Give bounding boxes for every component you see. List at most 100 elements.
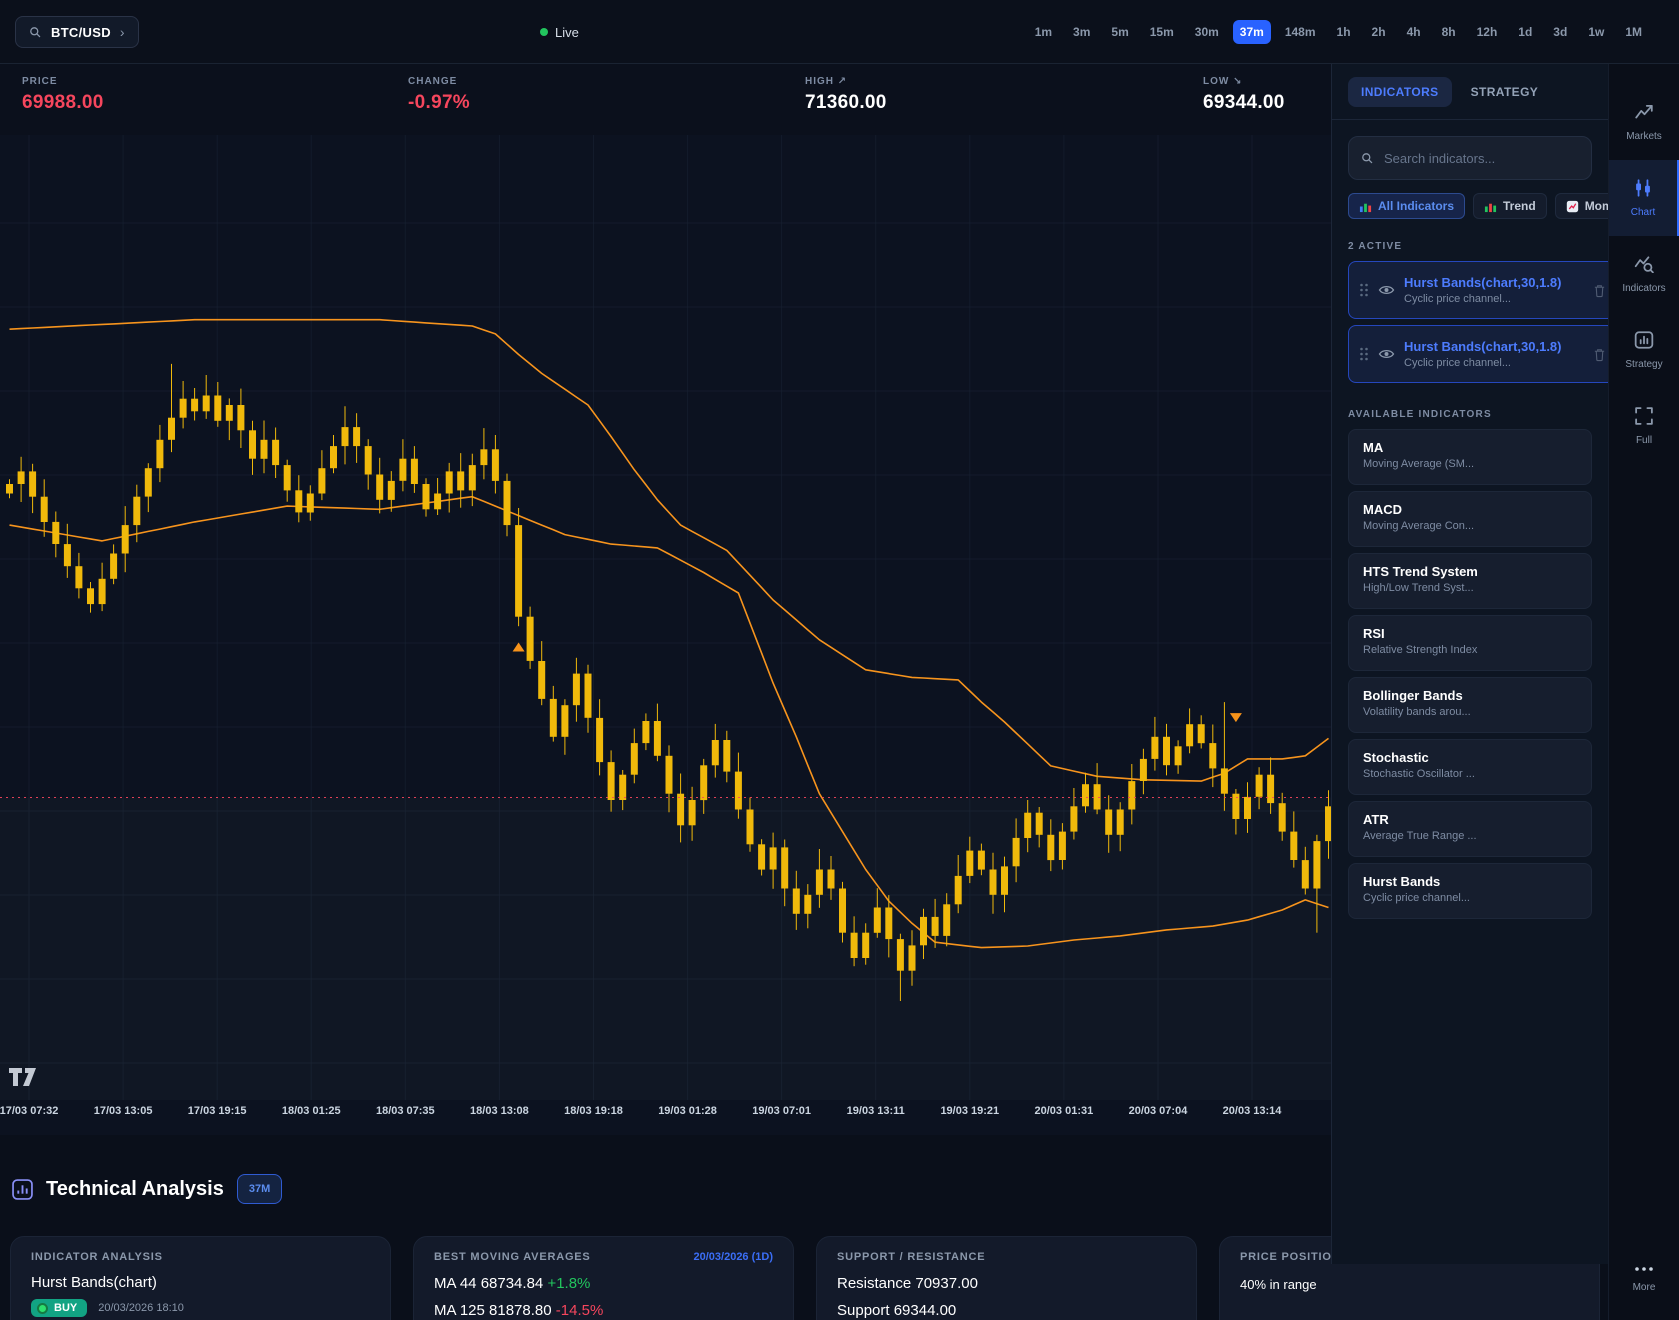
price-chart[interactable] (0, 135, 1331, 1100)
strategy-icon (1634, 331, 1654, 352)
timeframe-148m[interactable]: 148m (1278, 20, 1323, 44)
drag-handle-icon[interactable] (1359, 282, 1369, 298)
live-dot-icon (540, 28, 548, 36)
active-indicator-item[interactable]: Hurst Bands(chart,30,1.8) Cyclic price c… (1348, 325, 1608, 383)
search-icon (29, 26, 42, 39)
stat-change: CHANGE -0.97% (408, 76, 470, 114)
live-status: Live (540, 0, 579, 64)
eye-icon[interactable] (1378, 283, 1395, 297)
timeframe-badge[interactable]: 37M (237, 1174, 282, 1204)
search-input[interactable] (1384, 151, 1564, 166)
eye-icon[interactable] (1378, 347, 1395, 361)
available-indicator-ma[interactable]: MA Moving Average (SM... (1348, 429, 1592, 485)
timeframe-15m[interactable]: 15m (1143, 20, 1181, 44)
stat-low: LOW ↘ 69344.00 (1203, 76, 1285, 114)
price-stats-bar: PRICE 69988.00 CHANGE -0.97% HIGH ↗ 7136… (0, 64, 1331, 135)
sr-row: Resistance 70937.00 (837, 1275, 1176, 1292)
card-moving-averages: BEST MOVING AVERAGES 20/03/2026 (1D) MA … (413, 1236, 794, 1320)
chart-area: 17/03 07:3217/03 13:0517/03 19:1518/03 0… (0, 135, 1331, 1135)
symbol-selector[interactable]: BTC/USD › (15, 16, 139, 48)
x-axis-label: 18/03 07:35 (376, 1105, 435, 1117)
active-indicator-list: Hurst Bands(chart,30,1.8) Cyclic price c… (1332, 261, 1608, 383)
bar-chart-icon (1359, 200, 1372, 213)
ma-row: MA 125 81878.80 -14.5% (434, 1302, 773, 1319)
tab-strategy[interactable]: STRATEGY (1458, 77, 1552, 107)
sr-row: Support 69344.00 (837, 1302, 1176, 1319)
available-indicator-hts-trend-system[interactable]: HTS Trend System High/Low Trend Syst... (1348, 553, 1592, 609)
toolbar-markets[interactable]: Markets (1609, 84, 1679, 160)
timeframe-1m[interactable]: 1m (1028, 20, 1059, 44)
trash-icon[interactable] (1593, 283, 1606, 298)
toolbar-spacer (1609, 464, 1679, 1248)
x-axis-label: 19/03 13:11 (847, 1105, 905, 1117)
stat-price-value: 69988.00 (22, 92, 104, 114)
filter-chip-trend[interactable]: Trend (1473, 193, 1547, 219)
timeframe-8h[interactable]: 8h (1435, 20, 1463, 44)
side-toolbar: MarketsChartIndicatorsStrategyFull More (1608, 64, 1679, 1320)
timeframe-3d[interactable]: 3d (1546, 20, 1574, 44)
full-icon (1635, 407, 1653, 428)
toolbar-chart[interactable]: Chart (1609, 160, 1679, 236)
technical-analysis-header: Technical Analysis 37M (12, 1174, 282, 1204)
timeframe-4h[interactable]: 4h (1400, 20, 1428, 44)
chevron-right-icon: › (120, 24, 125, 40)
available-indicator-hurst-bands[interactable]: Hurst Bands Cyclic price channel... (1348, 863, 1592, 919)
price-position-value: 40% in range (1240, 1277, 1579, 1292)
timeframe-1M[interactable]: 1M (1618, 20, 1649, 44)
buy-signal-badge: BUY (31, 1299, 87, 1317)
available-indicator-atr[interactable]: ATR Average True Range ... (1348, 801, 1592, 857)
timeframe-5m[interactable]: 5m (1104, 20, 1135, 44)
available-indicator-bollinger-bands[interactable]: Bollinger Bands Volatility bands arou... (1348, 677, 1592, 733)
indicators-icon (1634, 255, 1654, 276)
timeframe-1d[interactable]: 1d (1511, 20, 1539, 44)
stat-price-label: PRICE (22, 76, 104, 87)
indicators-panel: INDICATORS STRATEGY All Indicators Trend M… (1331, 64, 1608, 1264)
active-section-label: 2 ACTIVE (1348, 241, 1592, 252)
card-header: SUPPORT / RESISTANCE (837, 1251, 985, 1263)
x-axis-label: 18/03 19:18 (564, 1105, 623, 1117)
timeframe-1h[interactable]: 1h (1330, 20, 1358, 44)
stat-low-value: 69344.00 (1203, 92, 1285, 114)
x-axis-label: 17/03 13:05 (94, 1105, 153, 1117)
available-indicator-macd[interactable]: MACD Moving Average Con... (1348, 491, 1592, 547)
search-icon (1361, 152, 1374, 165)
tradingview-logo[interactable] (8, 1067, 38, 1092)
timeframe-12h[interactable]: 12h (1470, 20, 1505, 44)
toolbar-strategy[interactable]: Strategy (1609, 312, 1679, 388)
x-axis-label: 20/03 07:04 (1129, 1105, 1188, 1117)
stat-low-label: LOW ↘ (1203, 76, 1285, 87)
trash-icon[interactable] (1593, 347, 1606, 362)
toolbar-full[interactable]: Full (1609, 388, 1679, 464)
stat-high: HIGH ↗ 71360.00 (805, 76, 887, 114)
stat-change-label: CHANGE (408, 76, 470, 87)
bar-chart-icon (12, 1179, 33, 1200)
timeframe-30m[interactable]: 30m (1188, 20, 1226, 44)
card-header: PRICE POSITION (1240, 1251, 1340, 1263)
tab-indicators[interactable]: INDICATORS (1348, 77, 1452, 107)
available-indicator-stochastic[interactable]: Stochastic Stochastic Oscillator ... (1348, 739, 1592, 795)
available-indicator-rsi[interactable]: RSI Relative Strength Index (1348, 615, 1592, 671)
active-indicator-item[interactable]: Hurst Bands(chart,30,1.8) Cyclic price c… (1348, 261, 1608, 319)
x-axis[interactable]: 17/03 07:3217/03 13:0517/03 19:1518/03 0… (0, 1105, 1331, 1127)
available-indicator-list: MA Moving Average (SM... MACD Moving Aver… (1332, 429, 1608, 919)
x-axis-label: 20/03 01:31 (1035, 1105, 1094, 1117)
drag-handle-icon[interactable] (1359, 346, 1369, 362)
timeframe-37m[interactable]: 37m (1233, 20, 1271, 44)
stat-change-value: -0.97% (408, 92, 470, 114)
filter-chip-all-indicators[interactable]: All Indicators (1348, 193, 1465, 219)
x-axis-label: 19/03 19:21 (940, 1105, 999, 1117)
card-support-resistance: SUPPORT / RESISTANCE Resistance 70937.00… (816, 1236, 1197, 1320)
toolbar-indicators[interactable]: Indicators (1609, 236, 1679, 312)
filter-chip-momentum[interactable]: Momentum (1555, 193, 1608, 219)
indicator-search[interactable] (1348, 136, 1592, 180)
timeframe-2h[interactable]: 2h (1365, 20, 1393, 44)
timeframe-1w[interactable]: 1w (1581, 20, 1611, 44)
symbol-label: BTC/USD (51, 25, 111, 40)
markets-icon (1634, 103, 1654, 124)
topbar: BTC/USD › Live 1m 3m 5m 15m 30m 37m 148m 1h 2h 4h… (0, 0, 1679, 64)
stat-high-value: 71360.00 (805, 92, 887, 114)
timeframe-3m[interactable]: 3m (1066, 20, 1097, 44)
toolbar-more[interactable]: More (1609, 1248, 1679, 1308)
filter-chips: All Indicators Trend Momentum (1348, 193, 1608, 219)
x-axis-label: 19/03 01:28 (658, 1105, 717, 1117)
